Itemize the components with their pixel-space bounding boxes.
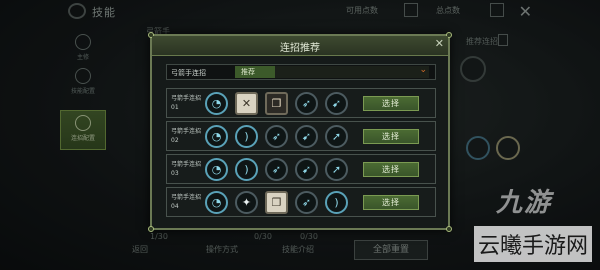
combo-name: 弓箭手连招01 (171, 95, 202, 111)
scroll-skill-icon: ❐ (265, 191, 288, 214)
combo-row: 弓箭手连招04 ◔ ✦ ❐ ➶ ) 选择 (166, 187, 436, 217)
arrow-skill-icon: ➶ (295, 92, 318, 115)
dialog-title: 连招推荐 (280, 43, 320, 54)
combo-name: 弓箭手连招03 (171, 161, 202, 177)
site-watermark: 九游 云曦手游网 (466, 176, 596, 266)
select-value-box[interactable]: 推荐 ⌄ (235, 65, 429, 78)
combo-recommend-dialog: 连招推荐 ✕ 弓箭手连招 推荐 ⌄ 弓箭手连招01 ◔ ✕ ❐ ➶ ➹ 选择 弓… (148, 32, 452, 232)
select-label: 弓箭手连招 (171, 69, 206, 77)
chevron-down-icon[interactable]: ⌄ (419, 65, 427, 75)
arrow-skill-icon: ➶ (265, 125, 288, 148)
select-button[interactable]: 选择 (363, 195, 419, 210)
arrow-skill-icon: ➶ (265, 158, 288, 181)
bow-skill-icon: ) (325, 191, 348, 214)
combo-row: 弓箭手连招03 ◔ ) ➶ ➹ ➚ 选择 (166, 154, 436, 184)
arrow-skill-icon: ➶ (295, 191, 318, 214)
frame-corner (148, 226, 154, 232)
blue-swirl-skill-icon: ◔ (205, 92, 228, 115)
dialog-header: 连招推荐 ✕ (152, 36, 448, 56)
scroll-skill-icon: ❐ (265, 92, 288, 115)
frame-corner (446, 226, 452, 232)
blue-swirl-skill-icon: ◔ (205, 125, 228, 148)
bow-skill-icon: ) (235, 158, 258, 181)
arrow-skill-icon: ➚ (325, 125, 348, 148)
combo-category-select[interactable]: 弓箭手连招 推荐 ⌄ (166, 64, 436, 80)
select-value: 推荐 (241, 68, 255, 76)
combo-name: 弓箭手连招02 (171, 128, 202, 144)
select-button[interactable]: 选择 (363, 162, 419, 177)
select-button[interactable]: 选择 (363, 129, 419, 144)
combo-name: 弓箭手连招04 (171, 194, 202, 210)
watermark-logo: 九游 (496, 188, 553, 218)
arrow-skill-icon: ➹ (295, 158, 318, 181)
blue-swirl-skill-icon: ◔ (205, 191, 228, 214)
arrow-skill-icon: ➹ (325, 92, 348, 115)
walking-figure-skill-icon: ✦ (235, 191, 258, 214)
crossed-swords-skill-icon: ✕ (235, 92, 258, 115)
combo-row: 弓箭手连招01 ◔ ✕ ❐ ➶ ➹ 选择 (166, 88, 436, 118)
arrow-skill-icon: ➚ (325, 158, 348, 181)
blue-swirl-skill-icon: ◔ (205, 158, 228, 181)
close-icon[interactable]: ✕ (435, 37, 444, 50)
arrow-skill-icon: ➹ (295, 125, 318, 148)
combo-row: 弓箭手连招02 ◔ ) ➶ ➹ ➚ 选择 (166, 121, 436, 151)
watermark-text: 云曦手游网 (474, 226, 593, 262)
bow-skill-icon: ) (235, 125, 258, 148)
select-button[interactable]: 选择 (363, 96, 419, 111)
